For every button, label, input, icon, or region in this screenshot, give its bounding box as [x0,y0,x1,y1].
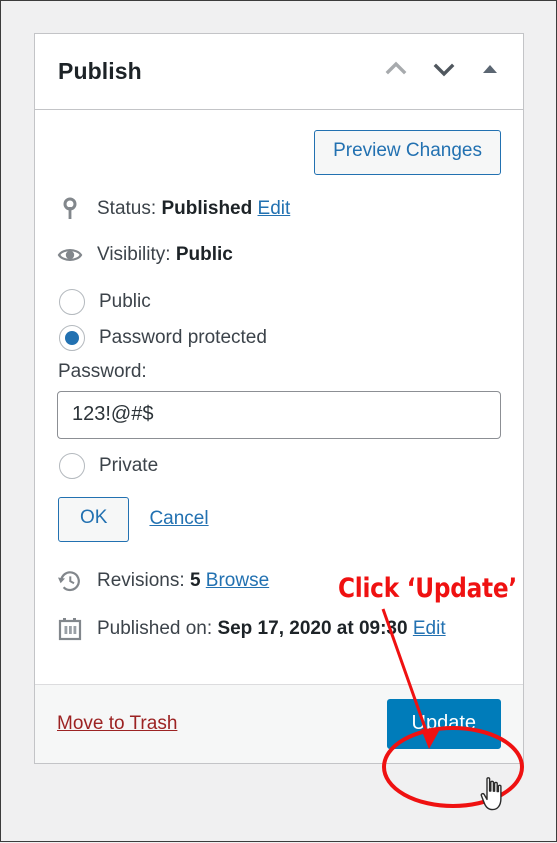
visibility-value: Public [175,243,233,265]
status-edit-link[interactable]: Edit [258,198,291,219]
visibility-row: Visibility: Public [57,243,501,267]
status-text: Status: Published Edit [97,197,290,221]
password-label: Password: [58,360,147,382]
revisions-browse-link[interactable]: Browse [206,570,269,591]
annotation-callout-text: Click ‘Update’ [338,573,517,604]
pointing-hand-cursor [480,777,502,811]
published-on-edit-link[interactable]: Edit [413,618,446,639]
cancel-link[interactable]: Cancel [149,508,208,530]
published-on-value: Sep 17, 2020 at 09:30 [217,617,408,639]
visibility-actions: OK Cancel [58,496,501,542]
status-label: Status: [97,198,157,220]
visibility-option-private[interactable]: Private [57,452,501,479]
screenshot-stage: Publish Preview Changes Status: Publishe… [1,1,556,841]
revisions-clock-icon [57,568,83,594]
visibility-label: Visibility: [97,243,171,265]
update-button[interactable]: Update [386,698,501,749]
radio-public[interactable] [59,288,85,315]
revisions-label: Revisions: [97,569,185,591]
ok-button[interactable]: OK [58,496,130,542]
radio-private-label[interactable]: Private [99,455,158,477]
radio-password-protected[interactable] [59,324,85,351]
published-on-label: Published on: [97,617,213,639]
preview-row: Preview Changes [57,130,501,175]
radio-password-protected-label[interactable]: Password protected [99,327,267,349]
visibility-option-public[interactable]: Public [57,288,501,315]
post-status-pin-icon [57,197,83,221]
calendar-icon [57,616,83,642]
panel-header-actions [383,56,507,87]
toggle-panel-icon[interactable] [479,58,501,85]
radio-public-label[interactable]: Public [99,291,151,313]
eye-icon [57,244,83,266]
chevron-down-icon[interactable] [431,56,457,87]
published-on-text: Published on: Sep 17, 2020 at 09:30 Edit [97,617,446,641]
preview-changes-button[interactable]: Preview Changes [314,130,501,175]
visibility-text: Visibility: Public [97,243,233,267]
password-input[interactable] [57,390,501,439]
page-title: Publish [58,58,142,84]
publish-metabox: Publish Preview Changes Status: Publishe… [34,33,524,764]
visibility-option-password[interactable]: Password protected [57,324,501,351]
chevron-up-icon[interactable] [383,56,409,87]
publish-panel-footer: Move to Trash Update [35,683,523,763]
published-on-row: Published on: Sep 17, 2020 at 09:30 Edit [57,616,501,642]
status-value: Published [161,198,253,220]
status-row: Status: Published Edit [57,197,501,221]
revisions-count: 5 [189,569,201,591]
publish-panel-header: Publish [35,34,523,110]
revisions-text: Revisions: 5 Browse [97,569,269,593]
move-to-trash-link[interactable]: Move to Trash [57,713,177,735]
radio-private[interactable] [59,452,85,479]
